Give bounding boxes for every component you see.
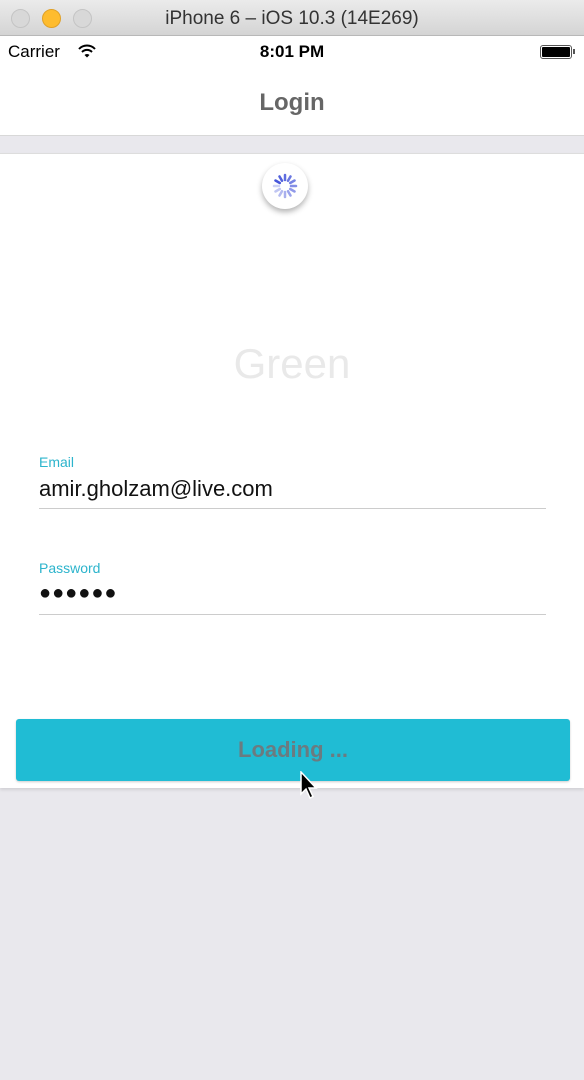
password-label: Password <box>39 560 101 576</box>
mouse-cursor-icon <box>300 771 318 800</box>
page-title: Login <box>259 89 325 116</box>
spinner-segment <box>278 175 284 183</box>
status-bar: Carrier 8:01 PM <box>0 36 584 68</box>
window-titlebar: iPhone 6 – iOS 10.3 (14E269) <box>0 0 584 36</box>
login-button[interactable]: Loading ... <box>16 719 570 781</box>
app-logo-text: Green <box>233 340 351 387</box>
spinner-segment <box>288 179 296 185</box>
navigation-bar: Login <box>0 68 584 136</box>
email-label: Email <box>39 454 75 470</box>
spinner-segment <box>274 179 282 185</box>
spinner-segment <box>286 175 292 183</box>
spinner-segment <box>288 187 296 193</box>
spinner-segment <box>286 189 292 197</box>
status-time: 8:01 PM <box>259 42 325 61</box>
window-title: iPhone 6 – iOS 10.3 (14E269) <box>165 8 419 29</box>
spinner-icon <box>272 173 298 199</box>
email-field[interactable]: Email amir.gholzam@live.com <box>39 454 546 509</box>
password-field[interactable]: Password ●●●●●● <box>39 560 546 615</box>
spinner-segment <box>278 189 284 197</box>
login-card: Green Email amir.gholzam@live.com Passwo… <box>0 153 584 788</box>
spinner-segment <box>274 187 282 193</box>
battery-icon <box>540 45 575 59</box>
email-input[interactable]: amir.gholzam@live.com <box>39 476 546 508</box>
refresh-spinner <box>262 163 308 209</box>
password-input[interactable]: ●●●●●● <box>39 582 546 614</box>
